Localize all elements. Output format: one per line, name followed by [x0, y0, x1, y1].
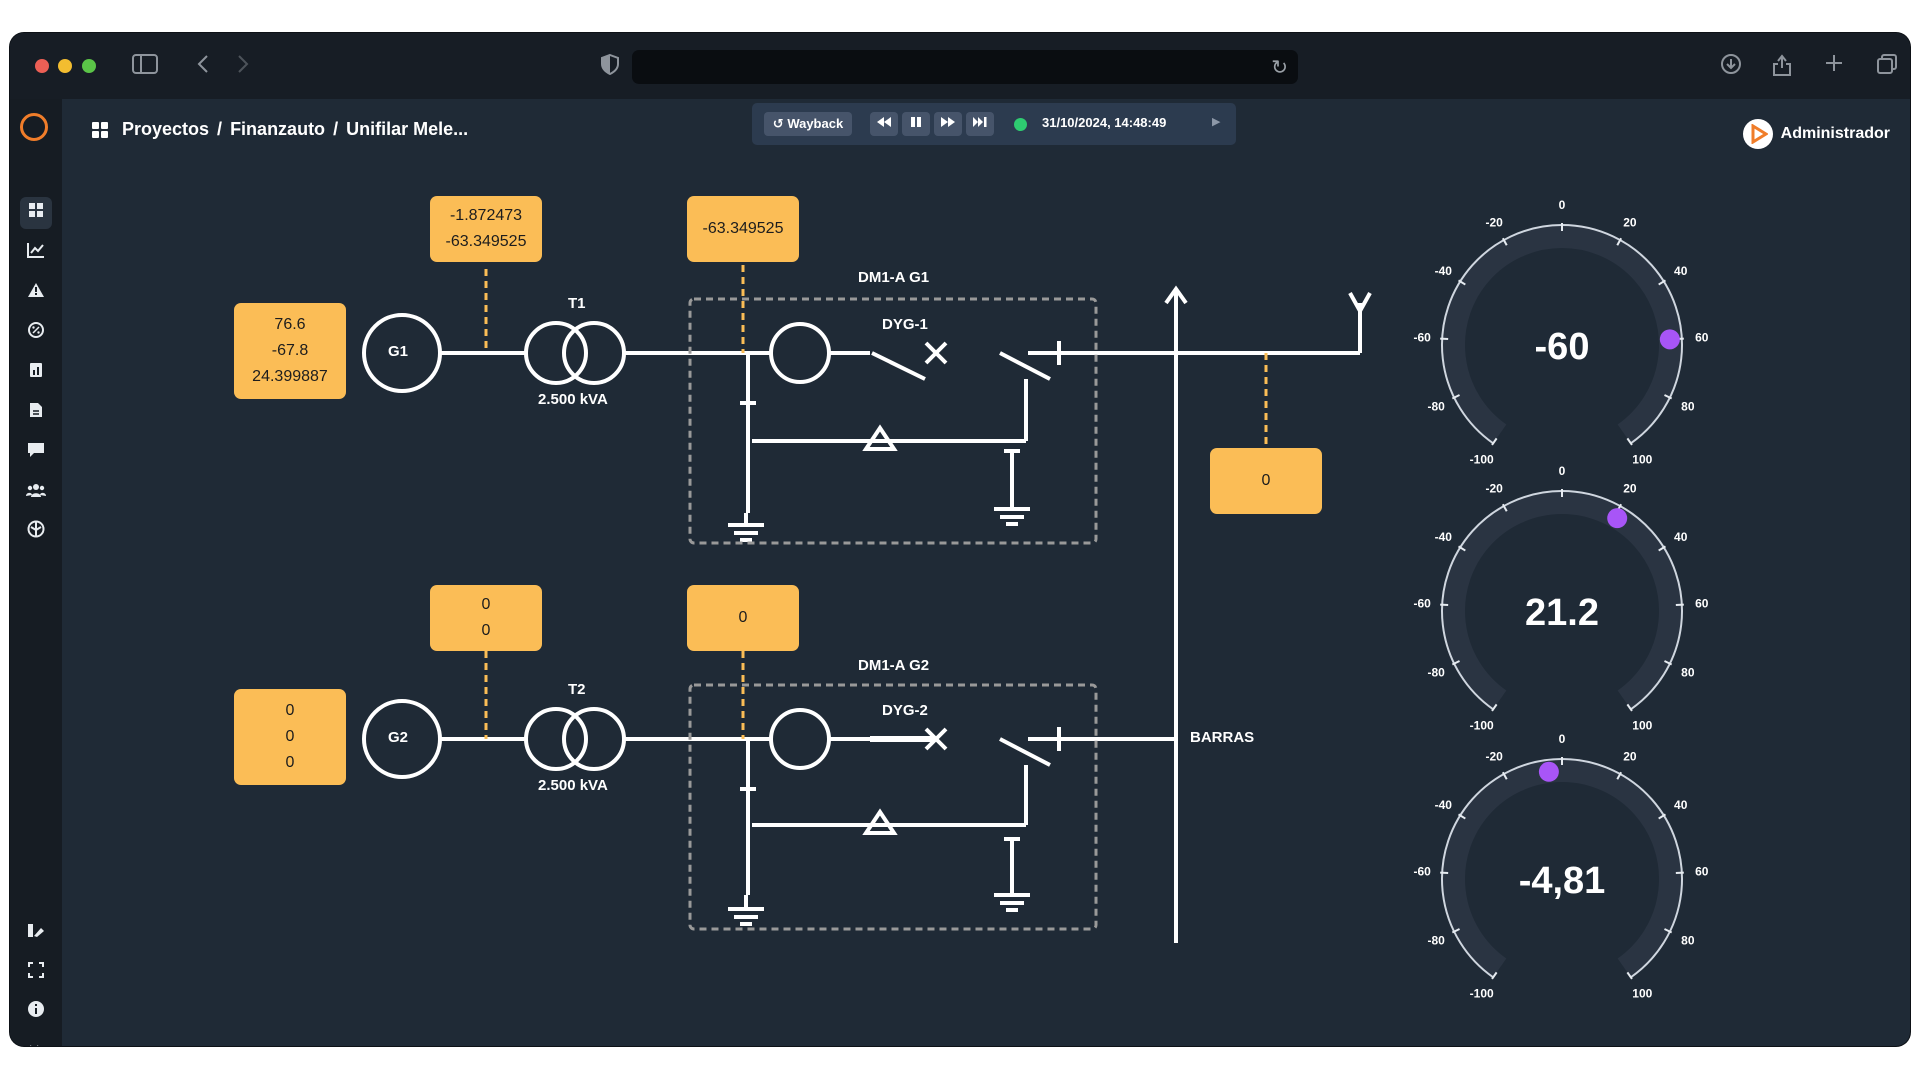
gauge-tick-label: -80 — [1427, 933, 1445, 947]
gauge-tick-label: 40 — [1674, 798, 1688, 812]
gauge-tick-label: 100 — [1632, 987, 1652, 1001]
gauge-tick-label: -100 — [1470, 987, 1494, 1001]
gauge-3: -100 -80 -60 -40 -20 0 20 40 60 80 100 -4,81 — [1414, 732, 1709, 1001]
gauge-tick-label: 60 — [1695, 865, 1709, 879]
gauge-tick-label: -40 — [1435, 798, 1453, 812]
browser-window: ↻ Proyectos / Finanzauto / Unifilar Mele… — [10, 33, 1910, 1046]
gauge-tick-label: 80 — [1681, 933, 1695, 947]
gauge-tick-label: -60 — [1414, 865, 1432, 879]
gauge-marker — [1538, 761, 1559, 782]
gauge-value: -4,81 — [1519, 860, 1606, 902]
gauge-tick-label: -20 — [1485, 750, 1503, 764]
gauge-tick-label: 0 — [1559, 732, 1566, 746]
gauge-tick-label: 20 — [1623, 750, 1637, 764]
